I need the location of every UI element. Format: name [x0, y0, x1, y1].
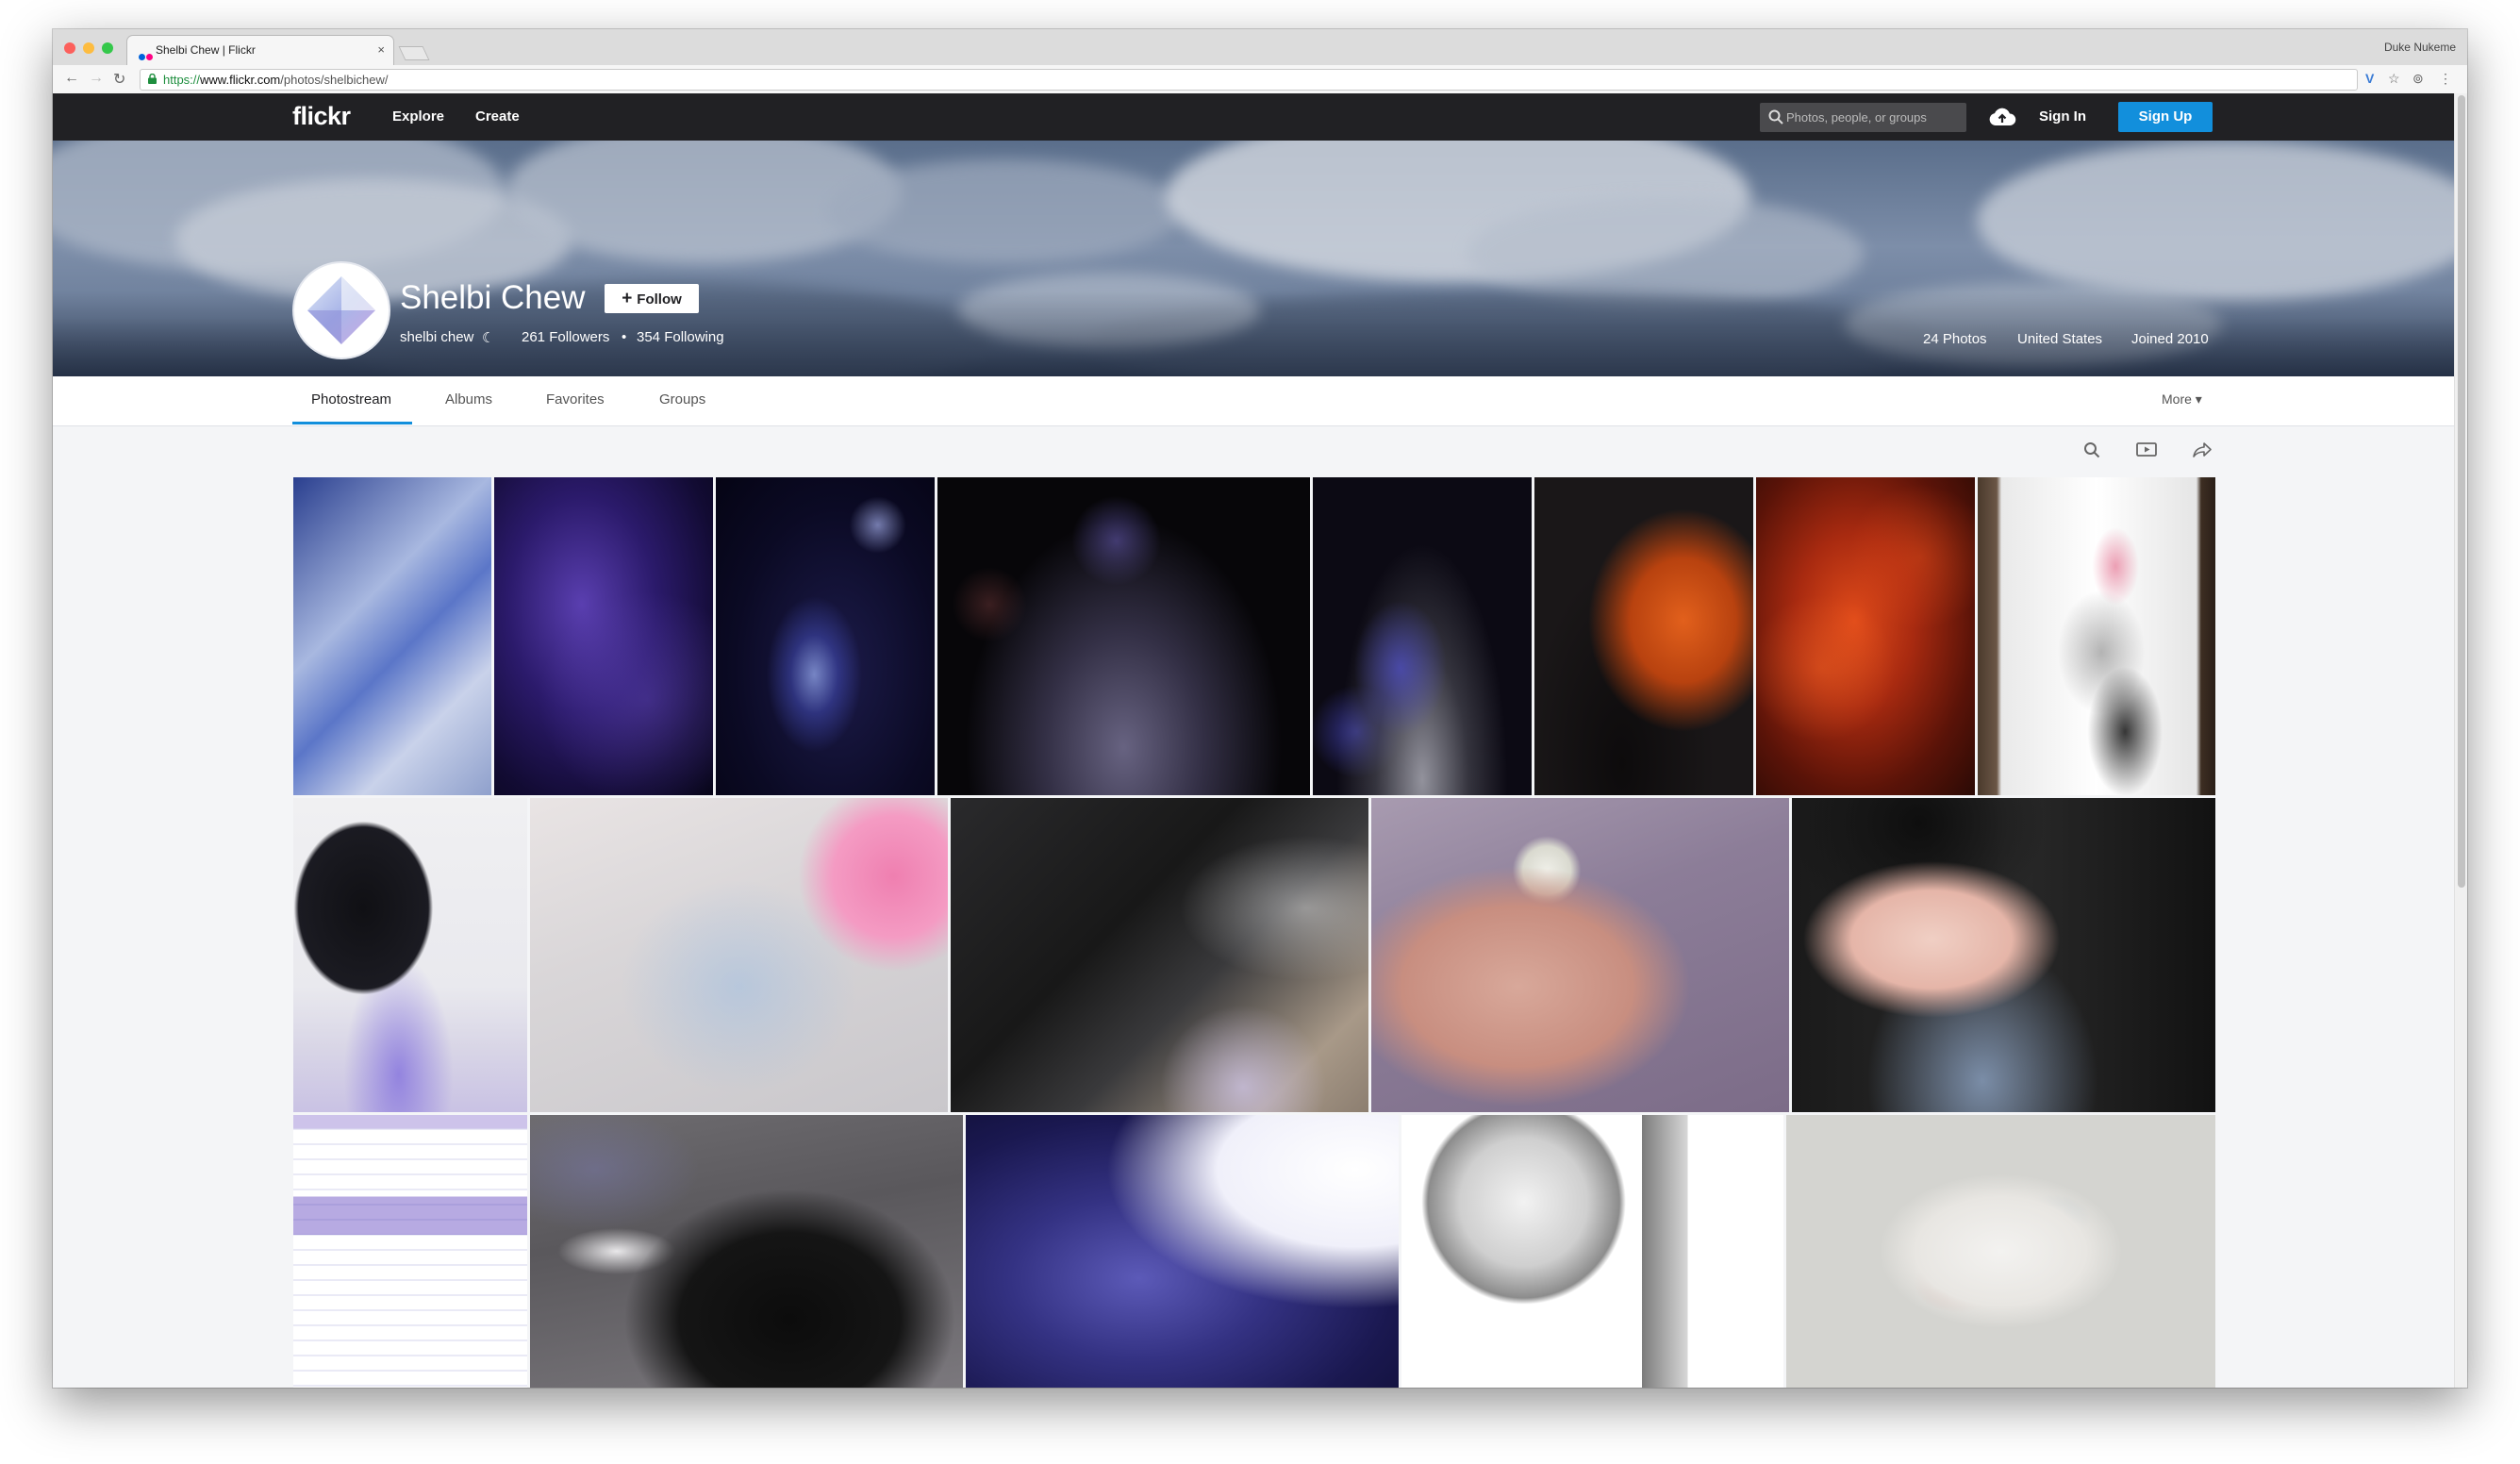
lock-icon [148, 73, 157, 87]
profile-country: United States [2017, 331, 2103, 347]
profile-subnav: Photostream Albums Favorites Groups More… [53, 376, 2454, 426]
moon-icon: ☾ [482, 330, 495, 346]
bullet-separator: • [622, 329, 627, 345]
avatar[interactable] [292, 261, 390, 359]
photo-tile[interactable] [1371, 798, 1789, 1112]
photo-tile[interactable] [1978, 477, 2215, 795]
tab-close-icon[interactable]: × [377, 42, 385, 57]
flickr-favicon-icon [139, 48, 154, 65]
nav-explore[interactable]: Explore [392, 108, 444, 125]
profile-username: shelbi chew [400, 329, 474, 345]
share-icon[interactable] [2192, 441, 2213, 463]
tab-albums[interactable]: Albums [445, 391, 492, 408]
photo-tile[interactable] [494, 477, 713, 795]
sign-in-link[interactable]: Sign In [2039, 108, 2086, 125]
browser-menu-icon[interactable]: ⋮ [2439, 71, 2452, 87]
joined-date: Joined 2010 [2131, 331, 2209, 347]
followers-link[interactable]: 261 Followers [522, 329, 609, 345]
cloud-upload-icon[interactable] [1988, 107, 2016, 132]
new-tab-button[interactable] [398, 46, 430, 60]
tab-photostream[interactable]: Photostream [311, 391, 391, 408]
profile-name: Shelbi Chew [400, 279, 586, 316]
scrollbar[interactable] [2454, 93, 2467, 1388]
photo-tile[interactable] [530, 798, 948, 1112]
minimize-window-button[interactable] [83, 42, 94, 54]
photo-count: 24 Photos [1923, 331, 1987, 347]
tab-favorites[interactable]: Favorites [546, 391, 605, 408]
plus-icon: + [622, 289, 633, 308]
extension-shield-icon[interactable]: ⊚ [2412, 71, 2424, 87]
flickr-logo[interactable]: flickr [292, 102, 351, 131]
url-text: https://www.flickr.com/photos/shelbichew… [163, 73, 388, 87]
photo-tile[interactable] [293, 798, 527, 1112]
search-icon [1768, 109, 1783, 129]
search-icon[interactable] [2083, 441, 2100, 463]
photo-tile[interactable] [1401, 1115, 1783, 1388]
close-window-button[interactable] [64, 42, 75, 54]
flickr-top-nav: flickr Explore Create Sign In Sign Up [53, 93, 2454, 141]
photo-tile[interactable] [937, 477, 1310, 795]
browser-tab-strip: Shelbi Chew | Flickr × Duke Nukeme [53, 29, 2467, 67]
search-box [1760, 103, 1966, 132]
cover-photo: Shelbi Chew + Follow shelbi chew ☾ 261 Fo… [53, 141, 2454, 376]
photo-tile[interactable] [293, 1115, 527, 1388]
extension-v-icon[interactable]: V [2365, 71, 2374, 86]
browser-tab[interactable]: Shelbi Chew | Flickr × [126, 35, 394, 67]
following-link[interactable]: 354 Following [637, 329, 724, 345]
bookmark-star-icon[interactable]: ☆ [2388, 71, 2400, 87]
browser-toolbar: ← → ↻ https://www.flickr.com/photos/shel… [53, 65, 2467, 94]
browser-profile-name[interactable]: Duke Nukeme [2384, 41, 2456, 54]
tab-groups[interactable]: Groups [659, 391, 705, 408]
url-scheme: https:// [163, 73, 201, 87]
follow-button[interactable]: + Follow [605, 284, 699, 313]
forward-arrow-icon[interactable]: → [89, 70, 104, 87]
address-bar[interactable]: https://www.flickr.com/photos/shelbichew… [140, 69, 2358, 91]
browser-window: Shelbi Chew | Flickr × Duke Nukeme ← → ↻… [53, 29, 2467, 1388]
url-host: www.flickr.com [200, 73, 281, 87]
reload-icon[interactable]: ↻ [113, 70, 125, 89]
url-path: /photos/shelbichew/ [280, 73, 389, 87]
photo-tile[interactable] [293, 477, 491, 795]
maximize-window-button[interactable] [102, 42, 113, 54]
photo-tile[interactable] [1313, 477, 1532, 795]
follow-label: Follow [637, 291, 682, 308]
photo-tile[interactable] [1792, 798, 2215, 1112]
active-tab-indicator [292, 422, 412, 424]
scrollbar-thumb[interactable] [2458, 95, 2465, 888]
search-input[interactable] [1786, 104, 1962, 131]
avatar-diamond-icon [307, 276, 375, 344]
more-dropdown[interactable]: More ▾ [2162, 391, 2202, 408]
photo-tile[interactable] [530, 1115, 963, 1388]
photo-tile[interactable] [966, 1115, 1399, 1388]
photo-tile[interactable] [1756, 477, 1975, 795]
tab-title: Shelbi Chew | Flickr [156, 43, 256, 57]
nav-create[interactable]: Create [475, 108, 520, 125]
sign-up-button[interactable]: Sign Up [2118, 102, 2213, 132]
photo-tile[interactable] [1786, 1115, 2215, 1388]
photo-tile[interactable] [716, 477, 935, 795]
photo-tile[interactable] [1534, 477, 1753, 795]
back-arrow-icon[interactable]: ← [64, 70, 79, 87]
slideshow-icon[interactable] [2136, 441, 2157, 463]
photo-tile[interactable] [951, 798, 1368, 1112]
